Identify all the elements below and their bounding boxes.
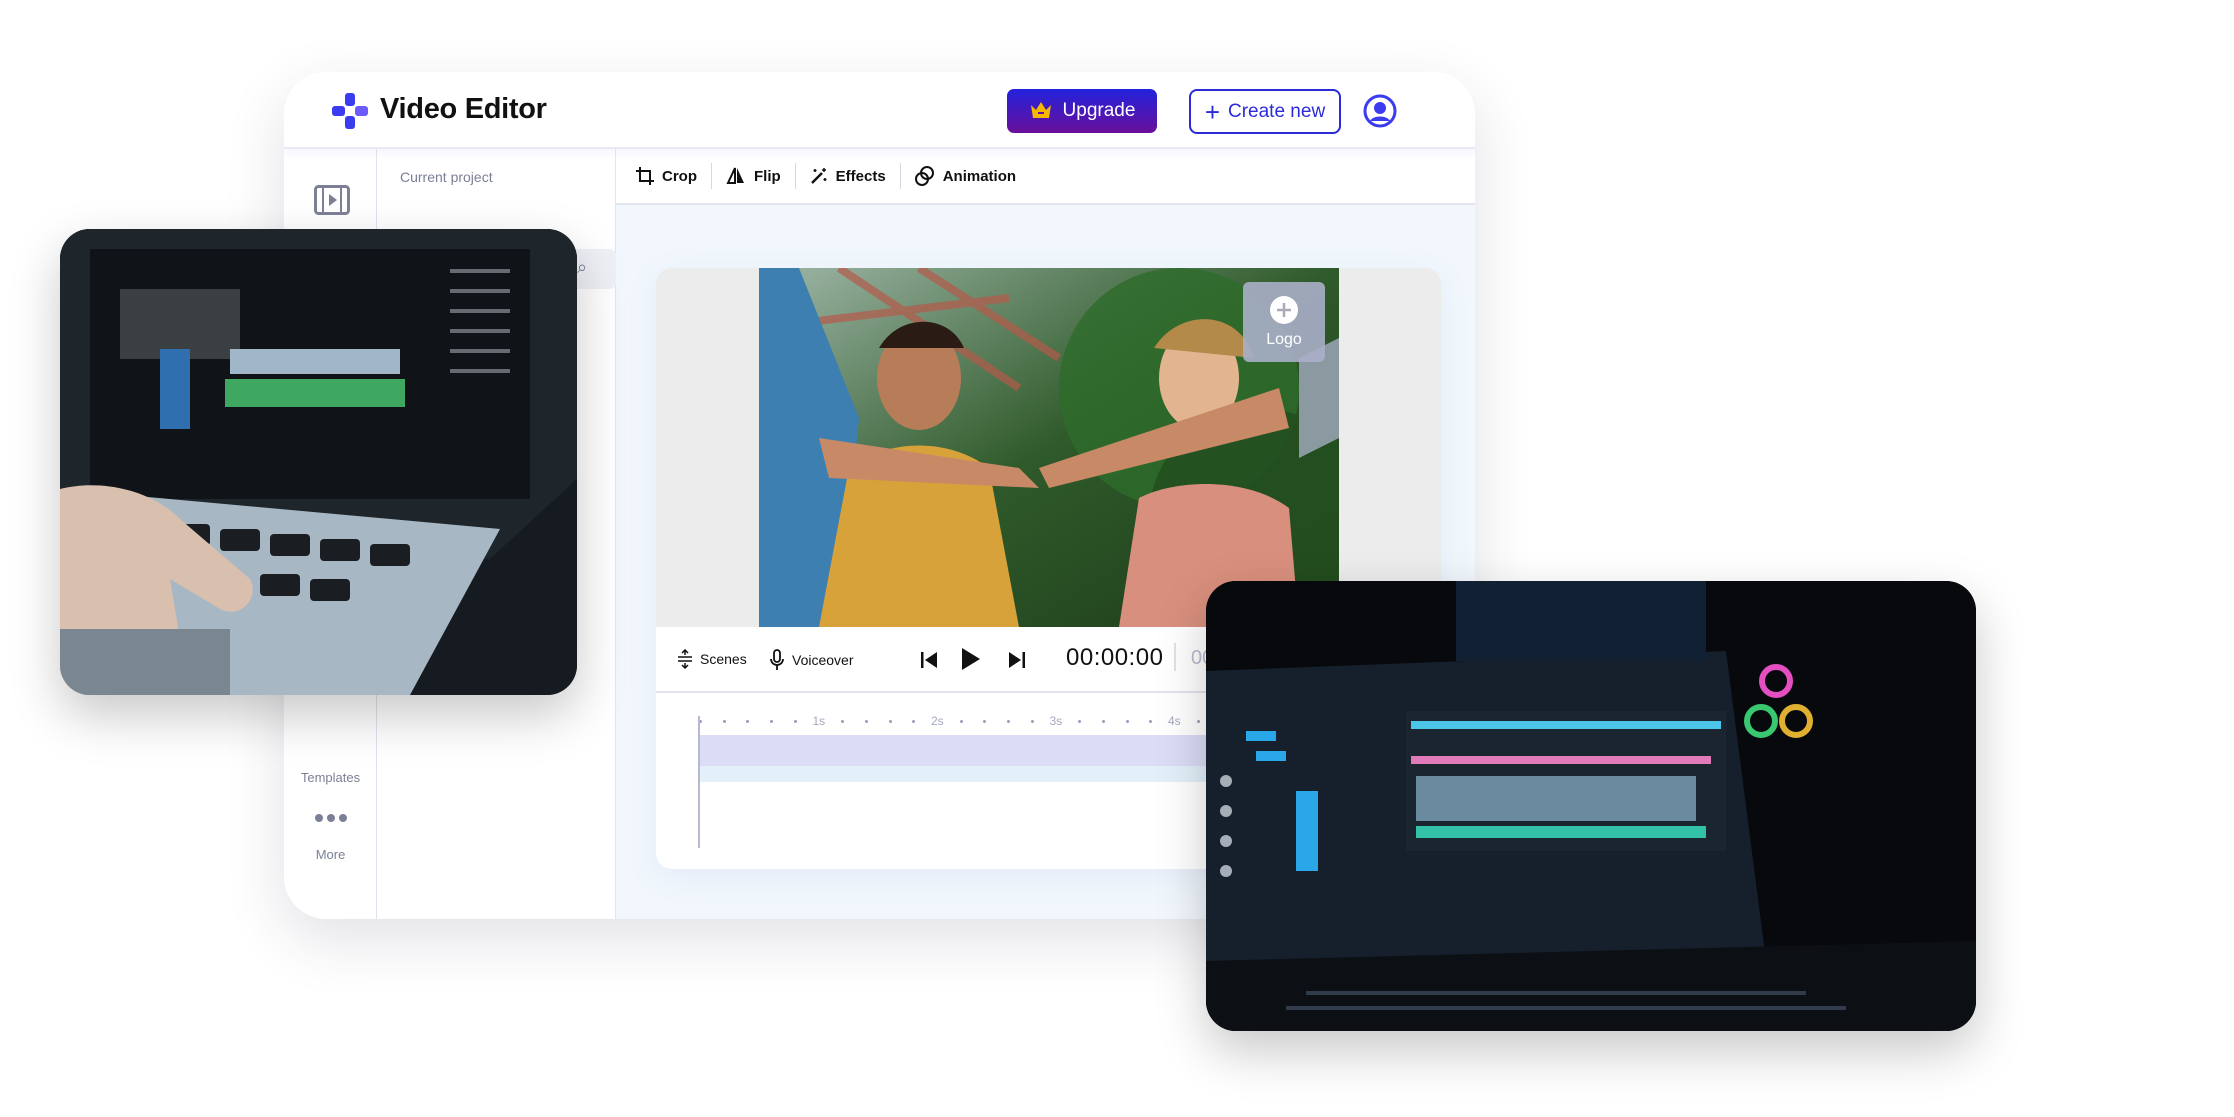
flip-button[interactable]: Flip — [712, 163, 795, 189]
animation-button[interactable]: Animation — [901, 163, 1030, 189]
ruler-dot — [722, 720, 726, 723]
film-icon[interactable] — [314, 185, 350, 215]
editing-software-photo — [1206, 581, 1976, 1031]
upgrade-button[interactable]: Upgrade — [1007, 89, 1157, 133]
create-new-button[interactable]: + Create new — [1189, 89, 1341, 134]
sidebar-item-more[interactable]: More — [284, 847, 377, 862]
play-icon[interactable] — [961, 647, 981, 671]
sidebar-item-templates[interactable]: Templates — [284, 770, 377, 785]
ruler-tick-label: 1s — [812, 714, 826, 728]
current-project-label: Current project — [400, 169, 493, 185]
upgrade-label: Upgrade — [1062, 100, 1136, 121]
laptop-editing-photo — [60, 229, 577, 695]
scenes-label: Scenes — [700, 651, 747, 667]
crop-label: Crop — [662, 167, 697, 185]
ruler-dot — [770, 720, 774, 723]
user-avatar-icon[interactable] — [1363, 94, 1397, 128]
effects-button[interactable]: Effects — [796, 163, 900, 189]
ruler-tick-label: 2s — [931, 714, 944, 728]
microphone-icon — [770, 649, 784, 670]
voiceover-label: Voiceover — [792, 652, 854, 668]
ruler-dot — [912, 720, 916, 723]
video-stage: Logo — [656, 268, 1441, 627]
scenes-icon — [678, 649, 692, 669]
ruler-dot — [1149, 720, 1153, 723]
current-time: 00:00:00 — [1066, 644, 1164, 671]
ruler-tick-label: 3s — [1049, 714, 1063, 728]
plus-circle-icon — [1270, 296, 1298, 324]
ruler-dot — [841, 720, 845, 723]
ruler-dot — [793, 720, 797, 723]
flip-label: Flip — [754, 167, 781, 185]
ruler-dot — [1007, 720, 1011, 723]
ruler-tick-label: 4s — [1168, 714, 1181, 728]
ruler-dot — [1078, 720, 1082, 723]
app-logo-icon — [332, 93, 368, 129]
header: Video Editor Upgrade + Create new — [284, 72, 1475, 149]
ruler-dot — [983, 720, 987, 723]
logo-label: Logo — [1266, 331, 1302, 348]
scenes-button[interactable]: Scenes — [677, 649, 747, 669]
skip-forward-icon[interactable] — [1008, 651, 1026, 669]
ruler-dot — [1125, 720, 1129, 723]
edit-toolbar: Crop Flip Effects Animation — [616, 149, 1475, 205]
ruler-dot — [746, 720, 750, 723]
playhead[interactable] — [698, 716, 700, 848]
voiceover-button[interactable]: Voiceover — [769, 649, 853, 671]
ruler-dot — [888, 720, 892, 723]
more-dots-icon[interactable] — [315, 814, 347, 822]
skip-back-icon[interactable] — [920, 651, 938, 669]
magic-wand-icon — [810, 168, 827, 184]
ruler-dot — [1030, 720, 1034, 723]
ruler-dot — [1101, 720, 1105, 723]
flip-icon — [726, 167, 744, 184]
crop-button[interactable]: Crop — [622, 163, 711, 189]
effects-label: Effects — [835, 167, 886, 185]
add-logo-button[interactable]: Logo — [1243, 282, 1325, 362]
ruler-dot — [959, 720, 963, 723]
crown-icon — [1030, 102, 1051, 118]
create-new-label: Create new — [1228, 100, 1326, 122]
search-icon: ⌕ — [577, 257, 588, 277]
crop-icon — [636, 167, 654, 185]
ruler-dot — [864, 720, 868, 723]
plus-icon: + — [1204, 96, 1220, 127]
app-title: Video Editor — [380, 93, 547, 125]
animation-label: Animation — [942, 167, 1017, 185]
ruler-dot — [1196, 720, 1200, 723]
animation-icon — [914, 166, 934, 186]
divider — [1174, 643, 1176, 671]
